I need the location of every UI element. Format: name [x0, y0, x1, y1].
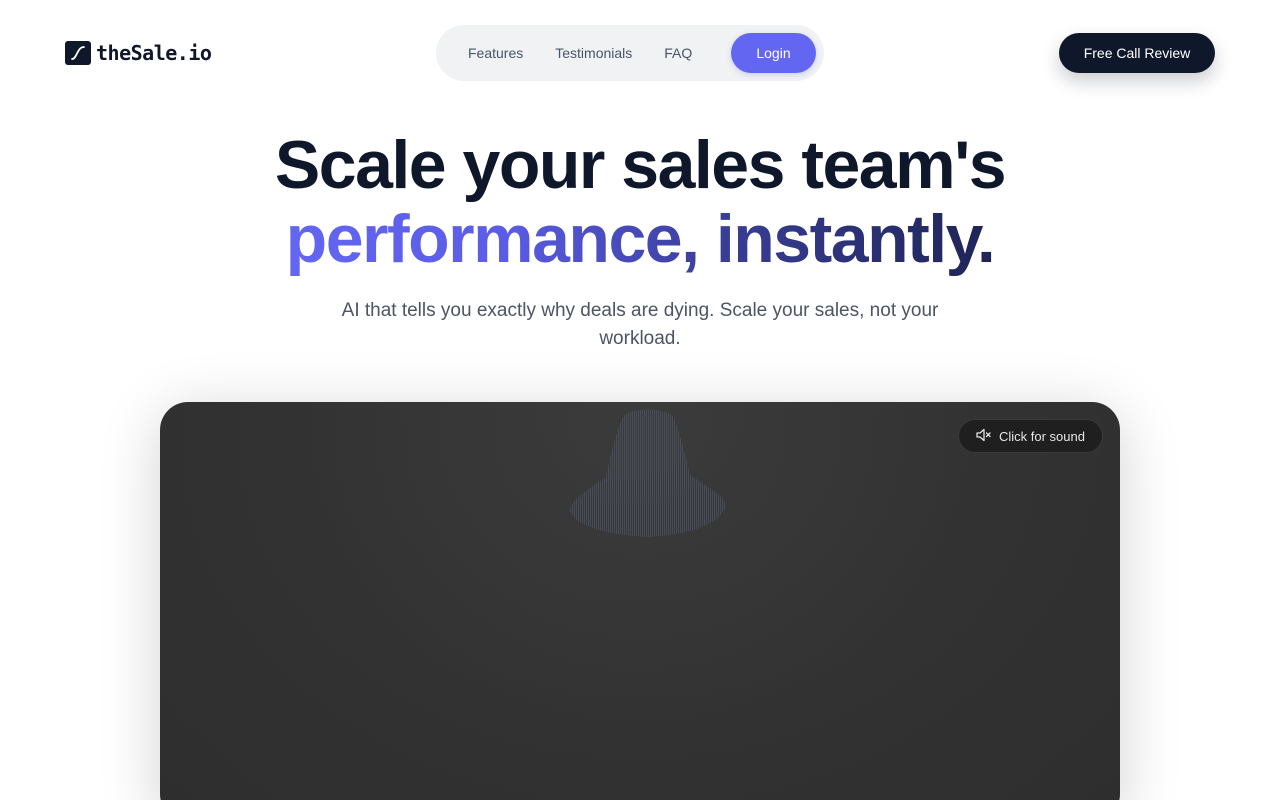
brand-logo[interactable]: theSale.io	[65, 41, 212, 65]
login-button[interactable]: Login	[731, 33, 816, 73]
silhouette-figure	[569, 409, 727, 537]
brand-name: theSale.io	[96, 41, 212, 65]
hero-headline: Scale your sales team's performance, ins…	[0, 128, 1280, 282]
click-for-sound-button[interactable]: Click for sound	[958, 419, 1103, 453]
headline-line-1: Scale your sales team's	[274, 127, 1007, 203]
main-nav: Features Testimonials FAQ Login	[436, 25, 824, 81]
sound-label: Click for sound	[999, 428, 1085, 444]
headline-line-2: performance, instantly.	[286, 202, 996, 282]
hero-subtitle: AI that tells you exactly why deals are …	[341, 300, 939, 349]
nav-link-testimonials[interactable]: Testimonials	[555, 45, 632, 61]
logo-s-curve-icon	[65, 41, 91, 65]
nav-link-features[interactable]: Features	[468, 45, 523, 61]
page: theSale.io Features Testimonials FAQ Log…	[0, 0, 1280, 800]
speaker-muted-icon	[976, 428, 992, 445]
nav-link-faq[interactable]: FAQ	[664, 45, 692, 61]
demo-video[interactable]: Click for sound	[160, 402, 1120, 800]
free-call-review-button[interactable]: Free Call Review	[1059, 33, 1215, 73]
